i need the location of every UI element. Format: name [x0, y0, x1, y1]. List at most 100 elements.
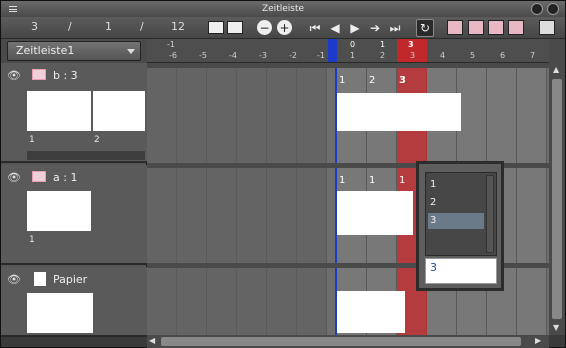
layer-name: Papier — [53, 273, 88, 286]
separator: / — [140, 20, 144, 33]
window-title: Zeitleiste — [261, 4, 305, 14]
ruler-upper-label: 0 — [350, 40, 356, 49]
layer-row[interactable]: 👁 a : 1 1 — [1, 165, 147, 265]
animation-folder-icon — [32, 69, 46, 80]
previous-frame-icon[interactable]: ◀ — [328, 20, 342, 36]
play-icon[interactable]: ▶ — [348, 20, 362, 36]
layer-name: a : 1 — [53, 171, 78, 184]
frame-label: 1 — [399, 175, 406, 186]
cel-label: 1 — [29, 235, 35, 245]
scroll-up-icon[interactable]: ▲ — [553, 65, 559, 74]
new-animation-folder-icon[interactable] — [447, 20, 463, 35]
track-separator — [147, 63, 549, 68]
ruler-label: 5 — [470, 51, 476, 60]
paper-thumbnail — [27, 293, 93, 333]
paper-icon — [34, 272, 46, 286]
cel-thumbnail[interactable] — [93, 91, 145, 131]
cel-list-selection — [428, 213, 484, 229]
paper-frame — [337, 291, 405, 333]
ruler-label: -4 — [229, 51, 237, 60]
frame-column — [517, 63, 547, 335]
frame-label: 1 — [369, 175, 376, 186]
current-frame[interactable]: 3 — [31, 20, 38, 33]
frame-label: 2 — [369, 75, 376, 86]
frame-column — [177, 63, 207, 335]
delete-cel-icon[interactable] — [508, 20, 524, 35]
close-icon[interactable] — [547, 3, 559, 15]
panel-menu-icon[interactable] — [539, 20, 555, 35]
layer-row[interactable]: 👁 b : 3 1 2 — [1, 63, 147, 163]
zoom-in-icon[interactable]: + — [277, 20, 292, 35]
cel-list[interactable]: 1 2 3 — [425, 172, 497, 256]
frame-column — [147, 63, 177, 335]
eye-icon[interactable]: 👁 — [7, 273, 21, 286]
frame-label: 1 — [339, 75, 346, 86]
first-frame-icon[interactable]: ⏮ — [308, 20, 322, 36]
layer-panel: 👁 b : 3 1 2 👁 a : 1 1 👁 Papier — [1, 63, 147, 337]
layer-name: b : 3 — [53, 69, 78, 82]
scroll-thumb[interactable] — [552, 79, 562, 319]
cel-list-scrollbar[interactable] — [486, 175, 494, 253]
cel-name-input[interactable]: 3 — [425, 258, 497, 284]
cel-label: 2 — [94, 135, 100, 145]
cel-list-item[interactable]: 2 — [430, 197, 436, 208]
ruler-label: -2 — [289, 51, 297, 60]
frame-column — [237, 63, 267, 335]
start-marker[interactable] — [328, 39, 337, 62]
horizontal-scrollbar[interactable]: ◀ ▶ — [147, 335, 549, 348]
loop-icon[interactable]: ↻ — [416, 19, 434, 37]
frame-column — [267, 63, 297, 335]
timeline-select[interactable]: Zeitleiste1 — [7, 41, 141, 61]
frame-label: 3 — [399, 75, 406, 86]
ruler-label: 7 — [530, 51, 536, 60]
vertical-scrollbar[interactable]: ▲ ▼ — [549, 63, 565, 335]
last-frame-icon[interactable]: ⏭ — [388, 20, 402, 36]
scroll-right-icon[interactable]: ▶ — [535, 336, 541, 345]
end-frame-icon[interactable] — [227, 21, 243, 34]
range-start[interactable]: 1 — [105, 20, 112, 33]
ruler-upper-label: 3 — [408, 40, 414, 49]
eye-icon[interactable]: 👁 — [7, 171, 21, 184]
ruler-upper-label: 1 — [380, 40, 386, 49]
frame-cel[interactable] — [337, 93, 461, 131]
zoom-out-icon[interactable]: − — [257, 20, 272, 35]
ruler-label: -6 — [169, 51, 177, 60]
ruler-label: 3 — [410, 51, 416, 60]
animation-folder-icon — [32, 171, 46, 182]
ruler-label: -3 — [259, 51, 267, 60]
layer-row[interactable]: 👁 Papier — [1, 267, 147, 337]
chevron-down-icon — [127, 49, 135, 54]
title-bar[interactable]: Zeitleiste — [1, 1, 565, 17]
frame-ruler[interactable]: -1 0 1 3 -6 -5 -4 -3 -2 -1 1 2 3 4 5 6 7 — [147, 39, 549, 63]
separator: / — [68, 20, 72, 33]
frame-column — [207, 63, 237, 335]
frame-cel[interactable] — [337, 191, 413, 235]
ruler-label: -1 — [317, 51, 325, 60]
ruler-label: 4 — [440, 51, 446, 60]
frame-label: 1 — [339, 175, 346, 186]
ruler-label: 2 — [380, 51, 386, 60]
scroll-down-icon[interactable]: ▼ — [553, 323, 559, 332]
new-cel-icon[interactable] — [468, 20, 484, 35]
cel-assign-popup: 1 2 3 3 — [416, 161, 504, 291]
cel-list-item[interactable]: 3 — [430, 215, 436, 226]
minimize-icon[interactable] — [531, 3, 543, 15]
cel-scrollbar[interactable] — [27, 151, 145, 160]
scroll-left-icon[interactable]: ◀ — [149, 336, 155, 345]
eye-icon[interactable]: 👁 — [7, 69, 21, 82]
cel-list-item[interactable]: 1 — [430, 179, 436, 190]
cel-label: 1 — [29, 135, 35, 145]
start-frame-icon[interactable] — [208, 21, 224, 34]
toolbar: 3 / 1 / 12 − + ⏮ ◀ ▶ ➔ ⏭ ↻ — [1, 17, 565, 39]
timeline-window: Zeitleiste 3 / 1 / 12 − + ⏮ ◀ ▶ ➔ ⏭ ↻ Ze… — [0, 0, 566, 348]
timeline-name: Zeitleiste1 — [16, 44, 75, 57]
ruler-label: -5 — [199, 51, 207, 60]
grip-icon[interactable] — [9, 6, 17, 12]
range-end[interactable]: 12 — [171, 20, 185, 33]
next-frame-icon[interactable]: ➔ — [368, 20, 382, 36]
cel-thumbnail[interactable] — [27, 91, 91, 131]
cel-thumbnail[interactable] — [27, 191, 91, 231]
assign-cel-icon[interactable] — [488, 20, 504, 35]
ruler-upper-label: -1 — [167, 40, 175, 49]
scroll-thumb[interactable] — [161, 337, 521, 346]
